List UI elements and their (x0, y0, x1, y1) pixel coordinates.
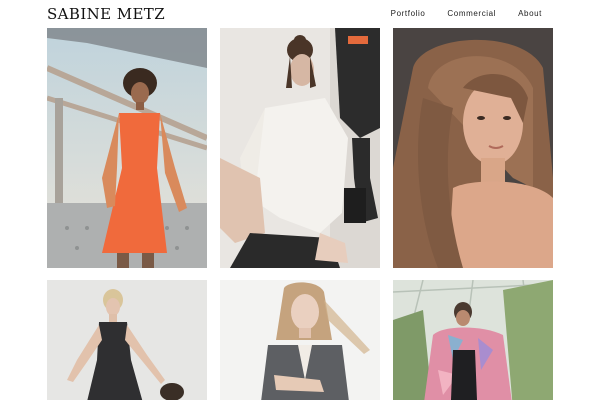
photo-feather-coat (393, 280, 553, 400)
site-header: SABINE METZ Portfolio Commercial About (0, 0, 600, 28)
photo-tile-grey-blazer[interactable] (220, 280, 380, 400)
photo-white-jacket (220, 28, 380, 268)
main-nav: Portfolio Commercial About (369, 9, 542, 18)
photo-dark-dress (47, 280, 207, 400)
photo-tile-orange-dress[interactable] (47, 28, 207, 268)
photo-tile-dark-dress[interactable] (47, 280, 207, 400)
photo-grey-blazer (220, 280, 380, 400)
page: SABINE METZ Portfolio Commercial About (0, 0, 600, 400)
brand-logo-link[interactable]: SABINE METZ (47, 5, 165, 23)
photo-tile-portrait-long-hair[interactable] (393, 28, 553, 268)
photo-tile-feather-coat[interactable] (393, 280, 553, 400)
nav-link-about[interactable]: About (518, 9, 542, 18)
photo-portrait-long-hair (393, 28, 553, 268)
nav-link-portfolio[interactable]: Portfolio (391, 9, 426, 18)
photo-orange-dress (47, 28, 207, 268)
photo-tile-white-jacket[interactable] (220, 28, 380, 268)
nav-link-commercial[interactable]: Commercial (447, 9, 496, 18)
